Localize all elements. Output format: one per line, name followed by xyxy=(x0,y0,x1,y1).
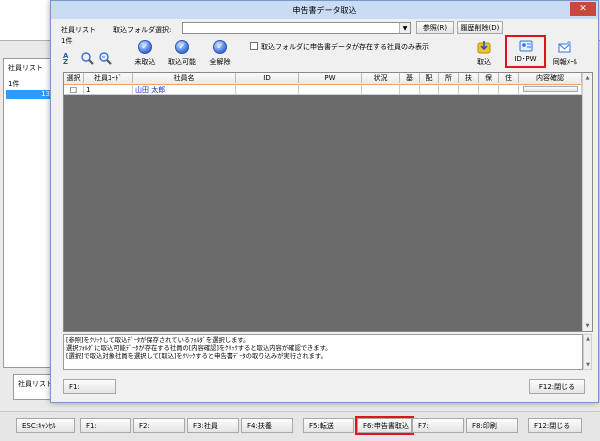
grid-scrollbar[interactable]: ▲ ▼ xyxy=(582,73,592,331)
check-circle-icon: ✓ xyxy=(213,40,227,54)
col-status[interactable]: 状況 xyxy=(362,73,400,83)
row-code: 1 xyxy=(84,85,133,95)
sort-icon[interactable]: AZ xyxy=(63,53,75,67)
col-id[interactable]: ID xyxy=(236,73,299,83)
history-delete-button[interactable]: 履歴削除(D) xyxy=(457,21,503,34)
col-name[interactable]: 社員名 xyxy=(133,73,236,83)
col-hai[interactable]: 配 xyxy=(420,73,439,83)
help-scrollbar[interactable]: ▲ ▼ xyxy=(583,334,592,370)
selected-row-number: 13 xyxy=(41,90,50,98)
f6-import-button[interactable]: F6:申告書取込 xyxy=(355,416,414,435)
employee-grid: 選択 社員ｺｰﾄﾞ 社員名 ID PW 状況 基 配 所 扶 保 住 内容確認 … xyxy=(63,72,593,332)
f1-button[interactable]: F1: xyxy=(80,418,131,433)
function-key-bar: ESC:ｷｬﾝｾﾙ F1: F2: F3:社員 F4:扶養 F5:転送 F6:申… xyxy=(0,411,600,441)
list-label: 社員リスト xyxy=(61,26,96,34)
import-tool[interactable]: 取込 xyxy=(472,40,496,67)
scroll-up-icon[interactable]: ▲ xyxy=(583,73,592,83)
dialog-f1-button[interactable]: F1: xyxy=(63,379,116,394)
help-line: [参照]をｸﾘｯｸして取込ﾃﾞｰﾀが保存されているﾌｫﾙﾀﾞを選択します。 xyxy=(66,337,250,344)
employee-list-panel: 社員リスト 1件 13 xyxy=(3,58,53,368)
id-pw-label: ID･PW xyxy=(514,54,537,63)
col-code[interactable]: 社員ｺｰﾄﾞ xyxy=(84,73,133,83)
content-confirm-button[interactable] xyxy=(523,86,578,92)
row-confirm-cell xyxy=(519,85,582,95)
filter-checkbox-label: 取込フォルダに申告書データが存在する社員のみ表示 xyxy=(261,43,429,51)
zoom-in-icon[interactable] xyxy=(80,51,94,65)
import-label: 取込 xyxy=(477,58,491,66)
selected-row[interactable]: 13 xyxy=(6,90,52,99)
import-icon xyxy=(477,40,491,54)
dialog-titlebar[interactable]: 申告書データ取込 ✕ xyxy=(51,1,598,19)
row-name: 山田 太郎 xyxy=(133,85,236,95)
row-ki xyxy=(400,85,420,95)
col-confirm[interactable]: 内容確認 xyxy=(519,73,582,83)
f3-employee-button[interactable]: F3:社員 xyxy=(187,418,239,433)
close-button[interactable]: ✕ xyxy=(570,2,596,16)
col-sho[interactable]: 所 xyxy=(439,73,459,83)
not-imported-tool[interactable]: ✓ 未取込 xyxy=(130,40,160,67)
dialog-count: 1件 xyxy=(61,37,73,45)
not-imported-label: 未取込 xyxy=(134,58,156,66)
panel-count: 1件 xyxy=(8,80,20,88)
f12-close-button[interactable]: F12:閉じる xyxy=(528,418,582,433)
col-ki[interactable]: 基 xyxy=(400,73,420,83)
f2-button[interactable]: F2: xyxy=(133,418,185,433)
f4-dependent-button[interactable]: F4:扶養 xyxy=(241,418,293,433)
dialog-title: 申告書データ取込 xyxy=(292,5,357,15)
f7-button[interactable]: F7: xyxy=(412,418,464,433)
importable-label: 取込可能 xyxy=(168,58,196,66)
row-sho xyxy=(439,85,459,95)
clear-all-tool[interactable]: ✓ 全解除 xyxy=(205,40,235,67)
id-card-icon xyxy=(519,40,533,52)
col-fu[interactable]: 扶 xyxy=(459,73,479,83)
folder-select[interactable]: ▼ xyxy=(182,22,411,34)
panel-title: 社員リスト xyxy=(8,64,43,72)
close-icon: ✕ xyxy=(579,4,587,14)
chevron-down-icon[interactable]: ▼ xyxy=(399,23,410,33)
scroll-up-icon[interactable]: ▲ xyxy=(584,335,592,343)
folder-label: 取込フォルダ選択: xyxy=(113,26,172,34)
table-row[interactable]: ☐ 1 山田 太郎 xyxy=(64,84,582,95)
row-ju xyxy=(499,85,519,95)
id-pw-tool[interactable]: ID･PW xyxy=(505,35,546,68)
scroll-down-icon[interactable]: ▼ xyxy=(583,321,592,331)
bulk-mail-tool[interactable]: 同報ﾒｰﾙ xyxy=(548,40,582,67)
col-ho[interactable]: 保 xyxy=(479,73,499,83)
help-line: 選択ﾌｫﾙﾀﾞに取込可能ﾃﾞｰﾀが存在する社員の[内容確認]をｸﾘｯｸすると取込… xyxy=(66,345,332,352)
row-id xyxy=(236,85,299,95)
search-next-icon[interactable] xyxy=(98,51,112,65)
clear-all-label: 全解除 xyxy=(209,58,231,66)
row-hai xyxy=(420,85,439,95)
row-ho xyxy=(479,85,499,95)
f8-print-button[interactable]: F8:印刷 xyxy=(466,418,518,433)
scroll-down-icon[interactable]: ▼ xyxy=(584,361,592,369)
row-fu xyxy=(459,85,479,95)
browse-button[interactable]: 参照(R) xyxy=(416,21,454,34)
row-status xyxy=(362,85,400,95)
dialog-f12-close-button[interactable]: F12:閉じる xyxy=(529,379,585,394)
filter-checkbox[interactable] xyxy=(250,42,258,50)
mail-icon xyxy=(558,40,572,54)
f5-transfer-button[interactable]: F5:転送 xyxy=(303,418,354,433)
row-checkbox[interactable]: ☐ xyxy=(64,85,84,95)
col-ju[interactable]: 住 xyxy=(499,73,519,83)
col-select[interactable]: 選択 xyxy=(64,73,84,83)
row-pw xyxy=(299,85,362,95)
bulk-mail-label: 同報ﾒｰﾙ xyxy=(552,58,578,66)
check-circle-icon: ✓ xyxy=(138,40,152,54)
check-circle-icon: ✓ xyxy=(175,40,189,54)
esc-cancel-button[interactable]: ESC:ｷｬﾝｾﾙ xyxy=(16,418,75,433)
help-line: [選択]で取込対象社員を選択して[取込]をｸﾘｯｸすると申告書ﾃﾞｰﾀの取り込み… xyxy=(66,353,327,360)
help-message-panel: [参照]をｸﾘｯｸして取込ﾃﾞｰﾀが保存されているﾌｫﾙﾀﾞを選択します。 選択… xyxy=(63,334,583,370)
import-dialog: 申告書データ取込 ✕ 社員リスト 取込フォルダ選択: ▼ 参照(R) 履歴削除(… xyxy=(50,0,599,403)
col-pw[interactable]: PW xyxy=(299,73,362,83)
importable-tool[interactable]: ✓ 取込可能 xyxy=(163,40,201,67)
